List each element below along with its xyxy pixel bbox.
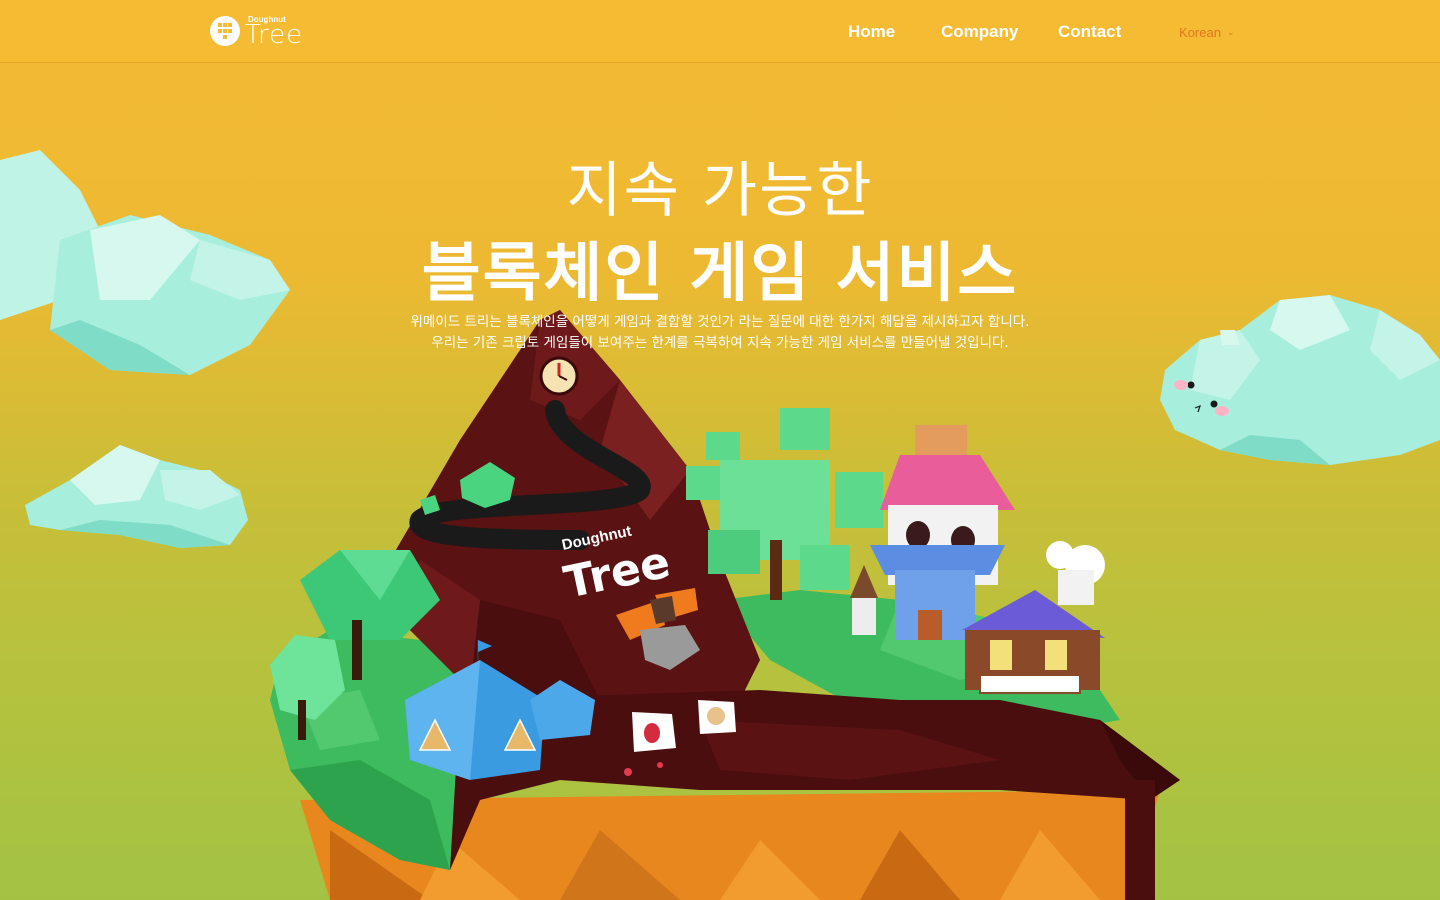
doughnut-logo-icon	[210, 16, 240, 46]
cloud-large-left	[0, 150, 290, 375]
site-header: Doughnut Tree Home Company Contact Korea…	[0, 0, 1440, 63]
nav-home[interactable]: Home	[848, 22, 895, 42]
brand-logo[interactable]: Doughnut Tree	[209, 13, 329, 50]
castle	[850, 425, 1015, 640]
cloud-bunny-right	[1160, 295, 1440, 465]
nav-contact[interactable]: Contact	[1058, 22, 1121, 42]
language-selector[interactable]: Korean ⌄	[1179, 25, 1234, 40]
cloud-small-left	[25, 445, 248, 548]
chevron-down-icon: ⌄	[1226, 27, 1235, 37]
nav-company[interactable]: Company	[941, 22, 1018, 42]
logo-word-text: Tree	[245, 20, 304, 50]
language-label: Korean	[1179, 25, 1221, 40]
tree-cubes	[686, 408, 883, 600]
hero-illustration: Doughnut Tree	[0, 150, 1440, 900]
clock-icon	[539, 356, 579, 396]
logo-text: Doughnut Tree	[245, 13, 329, 50]
